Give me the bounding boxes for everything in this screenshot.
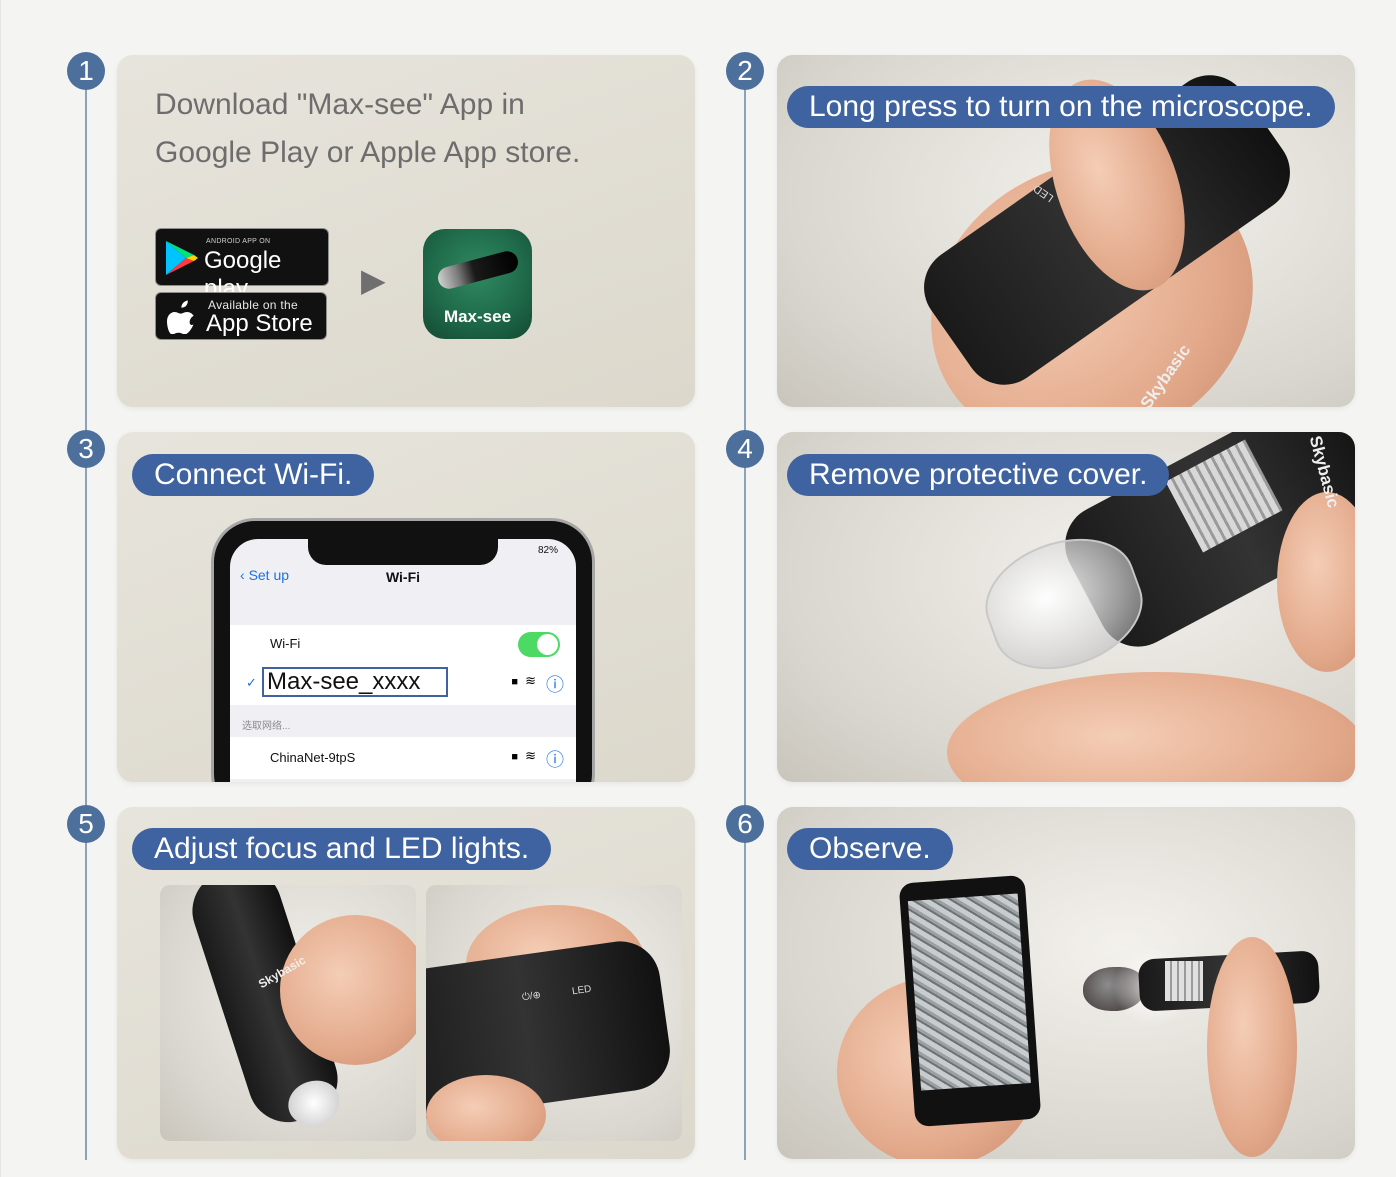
app-store-main-label: App Store — [206, 310, 313, 337]
step-2-caption: Long press to turn on the microscope. — [787, 86, 1335, 128]
google-play-small-label: ANDROID APP ON — [206, 238, 271, 245]
step-5-caption: Adjust focus and LED lights. — [132, 828, 552, 870]
step-1-panel: Download "Max-see" App in Google Play or… — [117, 55, 695, 407]
max-see-app-icon[interactable]: Max-see — [423, 229, 532, 339]
step-5-photo-left: Skybasic — [160, 885, 416, 1141]
app-icon-label: Max-see — [443, 307, 512, 326]
step-6-hand-right — [1207, 937, 1297, 1157]
phone-notch — [308, 539, 498, 565]
google-play-icon — [166, 241, 198, 275]
step-5-badge: 5 — [67, 805, 105, 843]
wifi-label: Wi-Fi — [270, 636, 301, 651]
wifi-toggle[interactable] — [518, 632, 560, 657]
step-4-hand — [947, 672, 1355, 782]
step-1-text-line2: Google Play or Apple App store. — [155, 136, 581, 169]
app-icon-device-graphic — [435, 248, 521, 292]
lock-icon: ■ — [511, 676, 518, 688]
phone-screen: 82% ‹ Set up Wi-Fi Wi-Fi ✓ Max-see_xxxx … — [230, 539, 576, 782]
wifi-signal-icon-2: ≋ — [525, 748, 536, 763]
timeline-line-left — [85, 70, 87, 1160]
wifi-signal-icon: ≋ — [525, 673, 536, 688]
step-3-caption: Connect Wi-Fi. — [132, 454, 375, 496]
apple-icon — [167, 300, 194, 334]
network-row-selected[interactable]: ✓ Max-see_xxxx ■ ≋ ⓘ — [230, 663, 576, 705]
step-6-phone — [898, 874, 1042, 1128]
step-6-caption: Observe. — [787, 828, 953, 870]
network-section-label: 选取网络... — [242, 721, 291, 732]
network-row-other[interactable]: ChinaNet-9tpS ■ ≋ ⓘ — [230, 737, 576, 779]
step-5-photo-right: LED ⏻/⊕ — [426, 885, 682, 1141]
wifi-toggle-knob — [537, 634, 558, 655]
google-play-badge[interactable]: ANDROID APP ON Google play — [155, 228, 329, 302]
step-1-text-line1: Download "Max-see" App in — [155, 88, 525, 121]
info-icon[interactable]: ⓘ — [546, 671, 564, 697]
lock-icon-2: ■ — [511, 751, 518, 763]
app-store-badge[interactable]: Available on the App Store — [155, 292, 327, 340]
step-1-badge: 1 — [67, 52, 105, 90]
step-4-badge: 4 — [726, 430, 764, 468]
step-6-badge: 6 — [726, 805, 764, 843]
wifi-toggle-row: Wi-Fi — [230, 625, 576, 664]
info-icon-2[interactable]: ⓘ — [546, 746, 564, 772]
phone-title: Wi-Fi — [385, 569, 421, 585]
phone-status-battery: 82% — [537, 545, 558, 556]
step-6-grip — [1165, 961, 1203, 1001]
step-6-phone-screen — [907, 893, 1031, 1091]
phone-frame: 82% ‹ Set up Wi-Fi Wi-Fi ✓ Max-see_xxxx … — [211, 518, 595, 782]
other-network-name: ChinaNet-9tpS — [270, 750, 356, 765]
step-3-badge: 3 — [67, 430, 105, 468]
timeline-line-right — [744, 70, 746, 1160]
instruction-sheet: Download "Max-see" App in Google Play or… — [0, 0, 1396, 1177]
selected-network-name: Max-see_xxxx — [262, 667, 448, 697]
arrow-right-icon: ▶ — [361, 262, 386, 298]
step-2-badge: 2 — [726, 52, 764, 90]
checkmark-icon: ✓ — [246, 675, 257, 690]
step-4-caption: Remove protective cover. — [787, 454, 1170, 496]
